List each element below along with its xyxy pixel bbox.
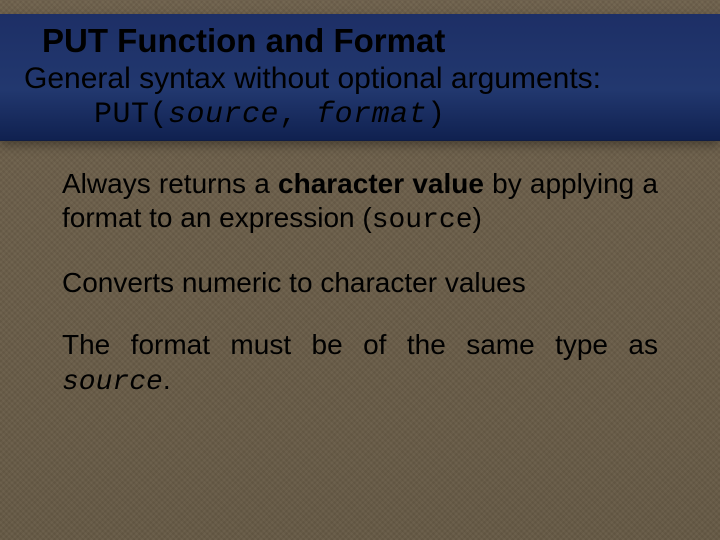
- slide-subtitle: General syntax without optional argument…: [10, 62, 710, 98]
- syntax-arg-format: format: [316, 98, 427, 132]
- paragraph-1: Always returns a character value by appl…: [62, 167, 658, 238]
- slide-title: PUT Function and Format: [10, 14, 710, 62]
- p1-bold: character value: [278, 168, 484, 199]
- paragraph-2: Converts numeric to character values: [62, 266, 658, 300]
- p1-text-1: Always returns a: [62, 168, 278, 199]
- p3-text-2: .: [163, 364, 171, 395]
- syntax-fn: PUT: [94, 98, 150, 132]
- paragraph-3: The format must be of the same type as s…: [62, 328, 658, 399]
- p1-code-source: source: [372, 205, 473, 236]
- syntax-open: (: [150, 98, 169, 132]
- slide-body: Always returns a character value by appl…: [0, 141, 720, 400]
- p3-code-source: source: [62, 367, 163, 398]
- syntax-line: PUT(source, format): [10, 98, 710, 140]
- syntax-close: ): [427, 98, 446, 132]
- p1-text-3: ): [473, 202, 482, 233]
- syntax-arg-source: source: [168, 98, 279, 132]
- syntax-sep: ,: [279, 98, 316, 132]
- p3-text-1: The format must be of the same type as: [62, 329, 658, 360]
- title-band: PUT Function and Format General syntax w…: [0, 14, 720, 141]
- slide-header: PUT Function and Format General syntax w…: [0, 0, 720, 141]
